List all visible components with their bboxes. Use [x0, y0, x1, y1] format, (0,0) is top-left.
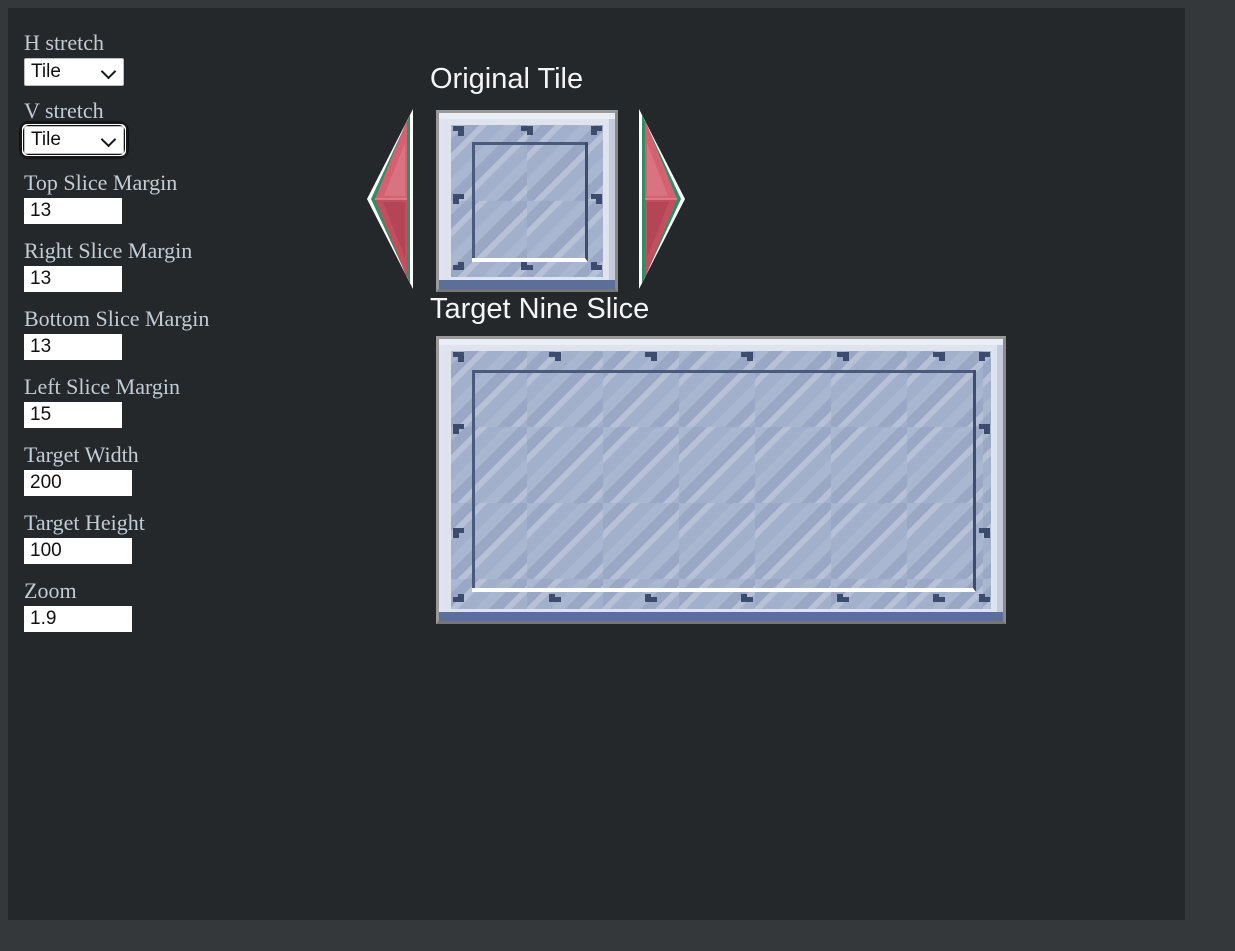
- notch: [843, 352, 849, 361]
- field-target-width: Target Width: [24, 442, 354, 496]
- v-stretch-select[interactable]: Tile: [24, 126, 124, 154]
- notch: [527, 126, 533, 135]
- label-h-stretch: H stretch: [24, 30, 105, 55]
- label-target-width: Target Width: [24, 442, 139, 467]
- notch: [453, 424, 459, 434]
- notch: [747, 352, 753, 361]
- triangle-left-icon: [367, 109, 413, 289]
- zoom-input[interactable]: [24, 606, 132, 632]
- original-tile-image: [436, 110, 618, 292]
- label-top-slice-margin: Top Slice Margin: [24, 170, 178, 195]
- original-tile-background: [439, 113, 615, 289]
- label-bottom-slice-margin: Bottom Slice Margin: [24, 306, 210, 331]
- notch: [458, 594, 464, 602]
- label-target-height: Target Height: [24, 510, 145, 535]
- target-height-input[interactable]: [24, 538, 132, 564]
- notch: [984, 528, 990, 538]
- right-slice-margin-input[interactable]: [24, 266, 122, 292]
- bottom-slice-margin-input[interactable]: [24, 334, 122, 360]
- notch: [933, 594, 939, 602]
- target-nine-slice-image: [436, 336, 1006, 624]
- original-tile-band: [451, 125, 603, 277]
- app-panel: H stretch Tile V stretch Tile Top Slice …: [8, 8, 1185, 920]
- h-stretch-select[interactable]: Tile: [24, 58, 124, 86]
- target-top-highlight: [439, 339, 1003, 345]
- label-right-slice-margin: Right Slice Margin: [24, 238, 193, 263]
- target-background: [439, 339, 1003, 621]
- original-tile-bevel: [439, 113, 615, 289]
- notch: [549, 594, 555, 602]
- original-tile-bottom-shadow: [439, 280, 615, 289]
- target-band: [451, 351, 991, 609]
- v-stretch-select-wrap[interactable]: Tile: [20, 122, 128, 158]
- notch: [741, 594, 747, 602]
- left-slice-margin-input[interactable]: [24, 402, 122, 428]
- notch: [458, 262, 464, 270]
- target-stripes: [451, 351, 991, 609]
- field-bottom-slice-margin: Bottom Slice Margin: [24, 306, 354, 360]
- field-left-slice-margin: Left Slice Margin: [24, 374, 354, 428]
- notch: [521, 262, 527, 270]
- label-left-slice-margin: Left Slice Margin: [24, 374, 180, 399]
- label-zoom: Zoom: [24, 578, 77, 603]
- triangle-right-icon: [639, 109, 685, 289]
- top-slice-margin-input[interactable]: [24, 198, 122, 224]
- notch: [591, 126, 597, 135]
- notch: [984, 424, 990, 434]
- notch: [591, 262, 597, 270]
- notch: [939, 352, 945, 361]
- notch: [458, 126, 464, 136]
- notch: [979, 594, 985, 602]
- target-bevel: [439, 339, 1003, 621]
- field-right-slice-margin: Right Slice Margin: [24, 238, 354, 292]
- original-tile-heading: Original Tile: [430, 63, 584, 95]
- notch: [837, 594, 843, 602]
- original-tile-stripes: [451, 125, 603, 277]
- controls-panel: H stretch Tile V stretch Tile Top Slice …: [20, 30, 354, 646]
- field-h-stretch: H stretch Tile: [24, 30, 354, 86]
- target-nine-slice-heading: Target Nine Slice: [430, 293, 650, 325]
- field-top-slice-margin: Top Slice Margin: [24, 170, 354, 224]
- original-tile-top-highlight: [439, 113, 615, 119]
- label-v-stretch: V stretch: [24, 98, 104, 123]
- field-zoom: Zoom: [24, 578, 354, 632]
- notch: [453, 194, 459, 204]
- notch: [453, 528, 459, 538]
- target-bottom-shadow: [439, 612, 1003, 621]
- h-stretch-select-wrap[interactable]: Tile: [24, 58, 124, 86]
- notch: [979, 352, 985, 361]
- notch: [458, 352, 464, 362]
- field-v-stretch: V stretch Tile: [20, 98, 354, 158]
- notch: [596, 194, 602, 204]
- notch: [555, 352, 561, 361]
- field-target-height: Target Height: [24, 510, 354, 564]
- notch: [645, 594, 651, 602]
- notch: [651, 352, 657, 361]
- target-width-input[interactable]: [24, 470, 132, 496]
